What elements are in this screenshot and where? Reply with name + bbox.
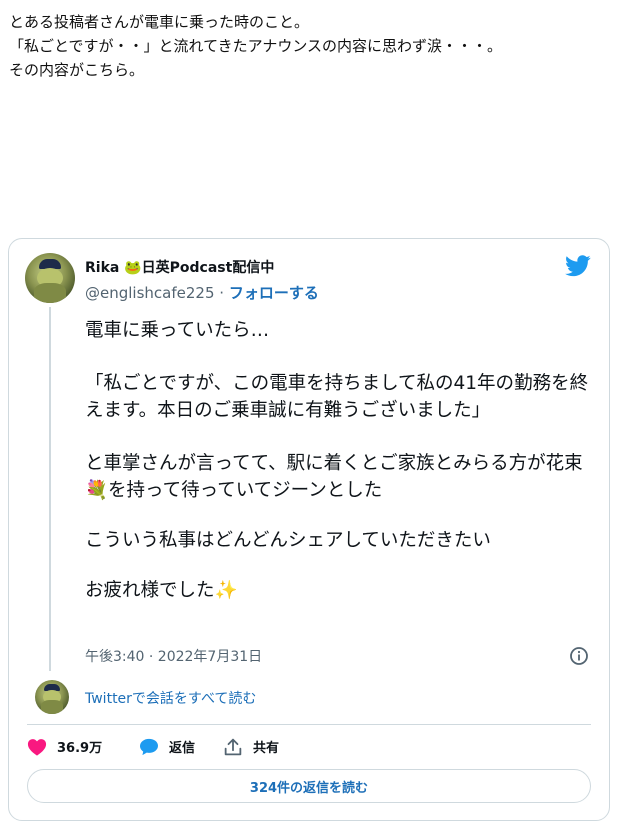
tweet-paragraph-2: 「私ごとですが、この電車を持ちまして私の41年の勤務を終えます。本日のご乗車誠に… bbox=[85, 373, 589, 421]
conversation-avatar bbox=[35, 680, 69, 714]
intro-line-2: 「私ごとですが・・」と流れてきたアナウンスの内容に思わず涙・・・。 bbox=[9, 37, 503, 55]
share-icon bbox=[224, 738, 242, 755]
share-label: 共有 bbox=[253, 741, 280, 756]
tweet-paragraph-3: と車掌さんが言ってて、駅に着くとご家族とみらる方が花束 💐を持って待っていてジーン… bbox=[85, 450, 595, 504]
tweet-timestamp[interactable]: 午後3:40 · 2022年7月31日 bbox=[85, 646, 262, 666]
read-conversation-link[interactable]: Twitterで会話をすべて読む bbox=[85, 688, 256, 708]
reply-label: 返信 bbox=[169, 741, 196, 756]
intro-line-3: その内容がこちら。 bbox=[9, 61, 145, 79]
intro-line-1: とある投稿者さんが電車に乗った時のこと。 bbox=[9, 13, 310, 31]
heart-icon bbox=[27, 738, 47, 756]
author-name-suffix: 日英Podcast配信中 bbox=[141, 260, 275, 276]
handle-separator: · bbox=[214, 284, 229, 302]
divider bbox=[27, 724, 591, 725]
frog-emoji: 🐸 bbox=[124, 260, 142, 276]
avatar[interactable] bbox=[25, 253, 75, 303]
info-icon[interactable] bbox=[569, 646, 589, 666]
tweet-paragraph-3-start: と車掌さんが言ってて、駅に着くとご家族とみらる方が花束 bbox=[85, 453, 583, 474]
sparkles-emoji: ✨ bbox=[214, 580, 238, 601]
author-name[interactable]: Rika 🐸日英Podcast配信中 bbox=[85, 257, 274, 277]
author-handle[interactable]: @englishcafe225 bbox=[85, 284, 215, 302]
bouquet-emoji: 💐 bbox=[85, 480, 109, 501]
tweet-text: 電車に乗っていたら… 「私ごとですが、この電車を持ちまして私の41年の勤務を終え… bbox=[85, 317, 595, 604]
like-count: 36.9万 bbox=[57, 741, 103, 756]
like-button[interactable]: 36.9万 bbox=[27, 737, 102, 756]
author-handle-row: @englishcafe225 · フォローする bbox=[85, 282, 319, 303]
intro-text: とある投稿者さんが電車に乗った時のこと。 「私ごとですが・・」と流れてきたアナウ… bbox=[9, 10, 502, 82]
follow-button[interactable]: フォローする bbox=[229, 284, 319, 302]
reply-button[interactable]: 返信 bbox=[139, 737, 195, 756]
tweet-paragraph-3-end: を持って待っていてジーンとした bbox=[108, 480, 383, 501]
tweet-paragraph-4: こういう私事はどんどんシェアしていただきたい bbox=[85, 530, 491, 551]
tweet-paragraph-1: 電車に乗っていたら… bbox=[85, 320, 270, 341]
twitter-bird-icon[interactable] bbox=[565, 255, 591, 277]
thread-line bbox=[49, 307, 51, 671]
reply-bubble-icon bbox=[140, 738, 158, 755]
tweet-paragraph-5-text: お疲れ様でした bbox=[85, 580, 215, 601]
author-display-name: Rika bbox=[85, 260, 120, 276]
tweet-paragraph-5: お疲れ様でした✨ bbox=[85, 577, 595, 604]
share-button[interactable]: 共有 bbox=[223, 737, 279, 756]
read-replies-button[interactable]: 324件の返信を読む bbox=[27, 769, 591, 803]
embedded-tweet: Rika 🐸日英Podcast配信中 @englishcafe225 · フォロ… bbox=[8, 238, 610, 821]
